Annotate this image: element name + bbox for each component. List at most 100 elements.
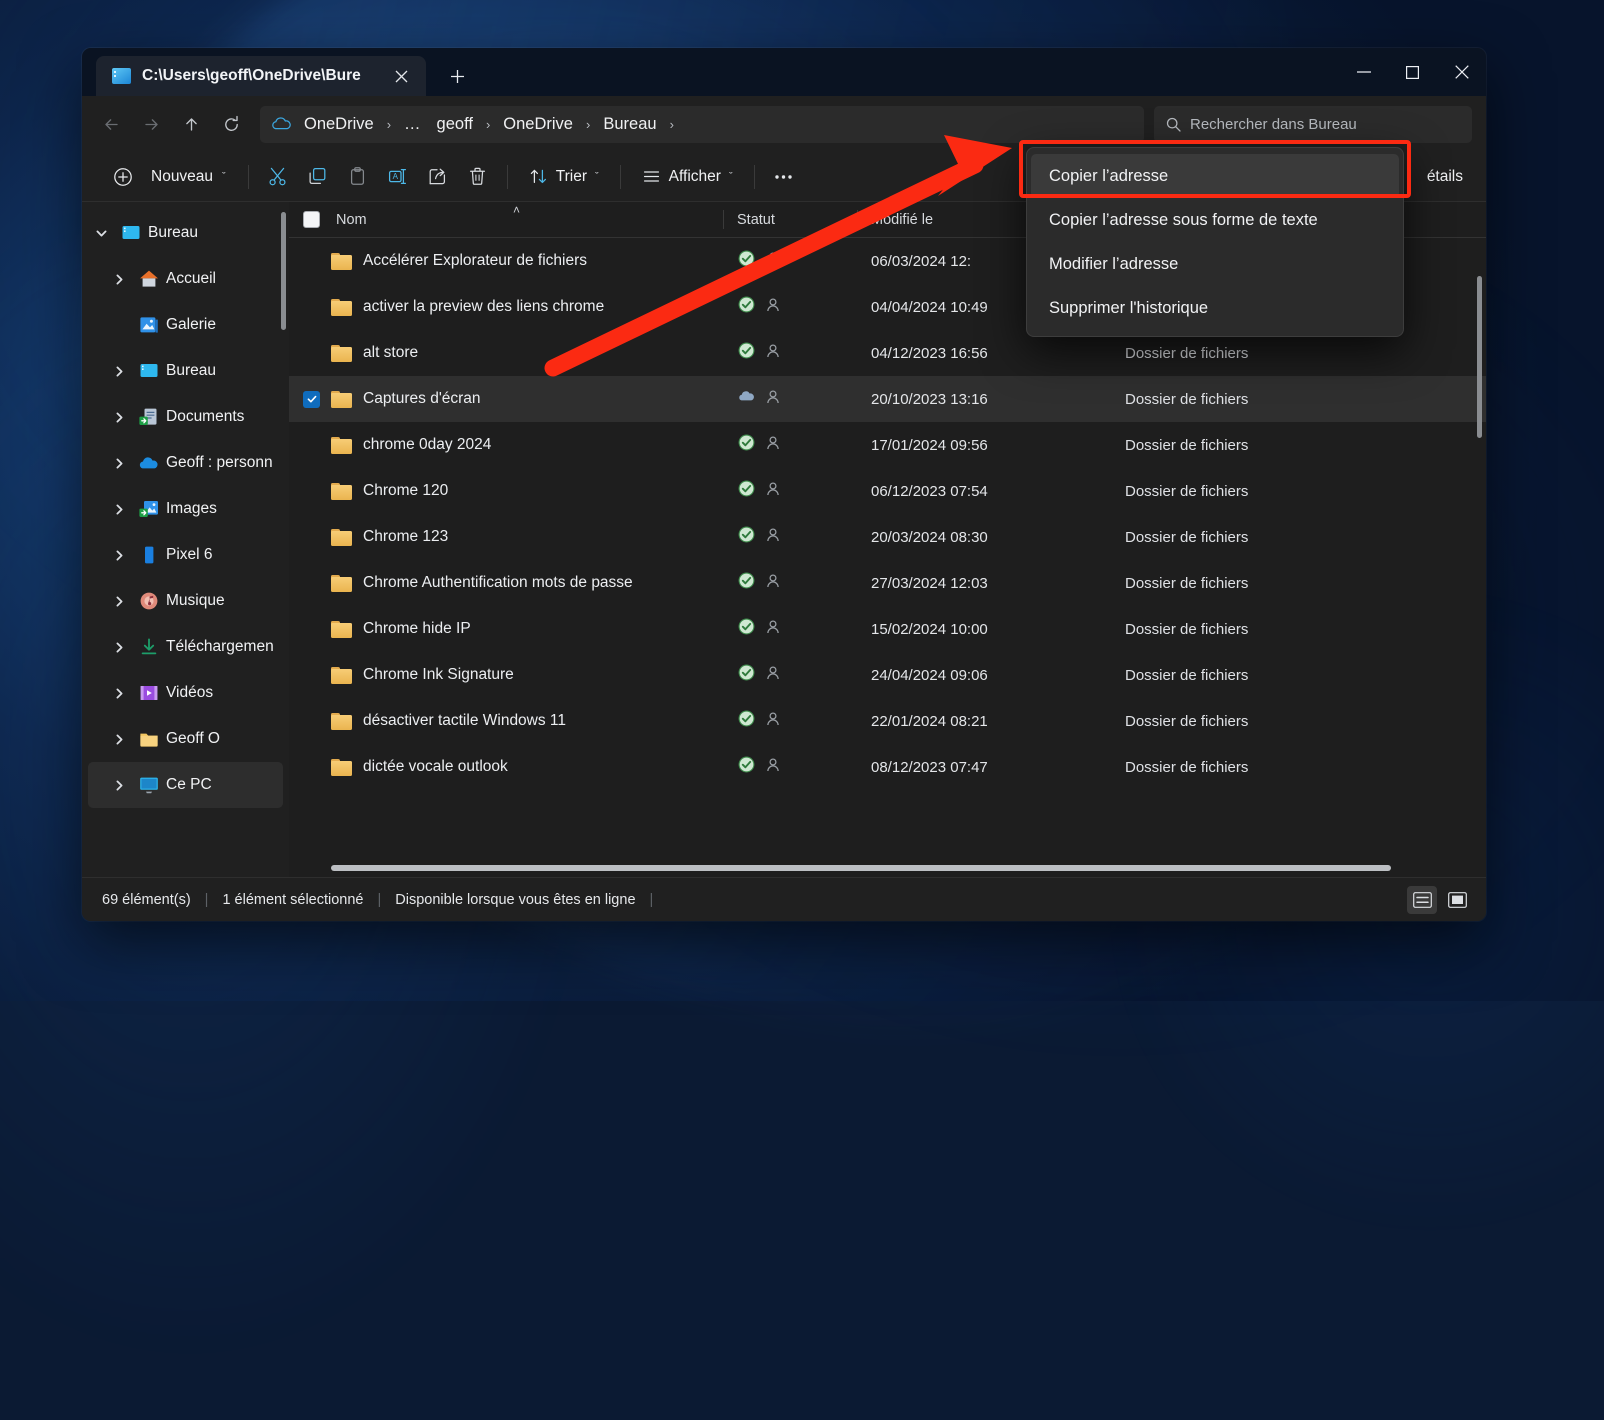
file-name-label: Accélérer Explorateur de fichiers: [363, 252, 587, 269]
chevron-right-icon[interactable]: [106, 266, 132, 292]
sidebar-item-bureau[interactable]: Bureau: [88, 210, 283, 256]
file-name-label: activer la preview des liens chrome: [363, 298, 605, 315]
chevron-right-icon[interactable]: [106, 772, 132, 798]
context-menu-item[interactable]: Supprimer l'historique: [1031, 286, 1399, 330]
search-input[interactable]: Rechercher dans Bureau: [1154, 105, 1472, 143]
context-menu-item[interactable]: Copier l’adresse sous forme de texte: [1031, 198, 1399, 242]
table-row[interactable]: Chrome Ink Signature 24/04/2024 09:06 Doss…: [289, 652, 1486, 698]
sidebar-item-pixel-6[interactable]: Pixel 6: [88, 532, 283, 578]
table-row[interactable]: Captures d'écran 20/10/2023 13:16 Dossier …: [289, 376, 1486, 422]
column-header-status[interactable]: Statut: [723, 202, 857, 237]
sort-button[interactable]: Trier ˇ: [518, 159, 610, 195]
downloads-icon: [138, 636, 160, 658]
breadcrumb-overflow-icon[interactable]: …: [397, 112, 428, 137]
file-name-label: chrome 0day 2024: [363, 436, 492, 453]
file-name-cell: Chrome Ink Signature: [303, 666, 723, 684]
file-type-cell: Dossier de fichiers: [1125, 528, 1249, 546]
chevron-right-icon[interactable]: [106, 726, 132, 752]
breadcrumb-bureau[interactable]: Bureau: [596, 112, 663, 137]
file-name-cell: Chrome 120: [303, 482, 723, 500]
sidebar-item-geoff-o[interactable]: Geoff O: [88, 716, 283, 762]
new-button[interactable]: Nouveau ˇ: [98, 159, 238, 195]
breadcrumb-separator-4[interactable]: ›: [666, 117, 678, 132]
chevron-right-icon[interactable]: [106, 404, 132, 430]
row-checkbox[interactable]: [303, 390, 320, 408]
address-bar-context-menu: Copier l’adresse Copier l’adresse sous fo…: [1026, 147, 1404, 337]
file-list-scrollbar-thumb[interactable]: [1477, 276, 1482, 438]
videos-icon: [138, 682, 160, 704]
sidebar-item-label: Pixel 6: [166, 546, 213, 563]
file-list-hscrollbar-thumb[interactable]: [331, 865, 1391, 871]
sidebar-item-label: Vidéos: [166, 684, 214, 701]
table-row[interactable]: Chrome hide IP 15/02/2024 10:00 Dossier de…: [289, 606, 1486, 652]
new-tab-icon[interactable]: [440, 59, 474, 93]
context-menu-item[interactable]: Copier l’adresse: [1031, 154, 1399, 198]
details-pane-button[interactable]: étails: [1416, 159, 1474, 195]
share-button[interactable]: [419, 159, 457, 195]
file-status-cell: [723, 617, 857, 641]
chevron-right-icon[interactable]: [106, 358, 132, 384]
table-row[interactable]: Chrome 120 06/12/2023 07:54 Dossier de fic…: [289, 468, 1486, 514]
file-name-cell: activer la preview des liens chrome: [303, 298, 723, 316]
file-name-cell: Chrome 123: [303, 528, 723, 546]
tab-close-icon[interactable]: [386, 62, 416, 90]
window-controls: [1339, 48, 1486, 96]
column-header-name-label: Nom: [336, 211, 367, 228]
sidebar-item-images[interactable]: Images: [88, 486, 283, 532]
onedrive-icon: [139, 457, 158, 469]
sidebar-item-bureau[interactable]: Bureau: [88, 348, 283, 394]
file-list-hscrollbar[interactable]: [303, 865, 1472, 871]
sidebar-scrollbar-thumb[interactable]: [281, 212, 286, 330]
forward-button[interactable]: [132, 105, 170, 143]
table-row[interactable]: Chrome Authentification mots de passe 27/…: [289, 560, 1486, 606]
sidebar-item-galerie[interactable]: Galerie: [88, 302, 283, 348]
chevron-right-icon[interactable]: [106, 680, 132, 706]
address-bar[interactable]: OneDrive › … geoff › OneDrive › Bureau ›: [260, 105, 1144, 143]
breadcrumb-onedrive-2[interactable]: OneDrive: [496, 112, 580, 137]
sidebar-item-ce-pc[interactable]: Ce PC: [88, 762, 283, 808]
chevron-right-icon[interactable]: [106, 496, 132, 522]
sidebar-item-documents[interactable]: Documents: [88, 394, 283, 440]
sidebar-item-t-l-chargemen[interactable]: Téléchargemen: [88, 624, 283, 670]
refresh-button[interactable]: [212, 105, 250, 143]
sidebar-item-musique[interactable]: Musique: [88, 578, 283, 624]
explorer-tab[interactable]: C:\Users\geoff\OneDrive\Bure: [96, 56, 426, 96]
file-name-cell: chrome 0day 2024: [303, 436, 723, 454]
delete-button[interactable]: [459, 159, 497, 195]
column-header-name[interactable]: Nom ˄: [303, 203, 723, 228]
sidebar-item-accueil[interactable]: Accueil: [88, 256, 283, 302]
plus-circle-icon: [104, 159, 142, 195]
context-menu-item[interactable]: Modifier l’adresse: [1031, 242, 1399, 286]
chevron-down-icon[interactable]: [88, 220, 114, 246]
minimize-icon[interactable]: [1339, 48, 1388, 96]
close-icon[interactable]: [1437, 48, 1486, 96]
file-name-cell: Chrome Authentification mots de passe: [303, 574, 723, 592]
breadcrumb-geoff[interactable]: geoff: [430, 112, 480, 137]
chevron-right-icon[interactable]: [106, 588, 132, 614]
maximize-icon[interactable]: [1388, 48, 1437, 96]
back-button[interactable]: [92, 105, 130, 143]
file-name-label: désactiver tactile Windows 11: [363, 712, 567, 729]
status-availability: Disponible lorsque vous êtes en ligne: [395, 891, 636, 908]
paste-button[interactable]: [339, 159, 377, 195]
chevron-right-icon[interactable]: [106, 542, 132, 568]
select-all-checkbox[interactable]: [303, 211, 320, 228]
copy-button[interactable]: [299, 159, 337, 195]
sidebar-item-vid-os[interactable]: Vidéos: [88, 670, 283, 716]
chevron-right-icon[interactable]: [106, 450, 132, 476]
table-row[interactable]: dictée vocale outlook 08/12/2023 07:47 Dos…: [289, 744, 1486, 790]
table-row[interactable]: chrome 0day 2024 17/01/2024 09:56 Dossier …: [289, 422, 1486, 468]
details-view-icon[interactable]: [1407, 885, 1437, 914]
table-row[interactable]: Chrome 123 20/03/2024 08:30 Dossier de fic…: [289, 514, 1486, 560]
up-button[interactable]: [172, 105, 210, 143]
view-button[interactable]: Afficher ˇ: [631, 159, 744, 195]
rename-button[interactable]: A: [379, 159, 417, 195]
more-options-button[interactable]: [765, 159, 803, 195]
breadcrumb-onedrive[interactable]: OneDrive: [297, 112, 381, 137]
large-icons-view-icon[interactable]: [1442, 886, 1472, 914]
cut-button[interactable]: [259, 159, 297, 195]
sidebar-item-geoff-personn[interactable]: Geoff : personn: [88, 440, 283, 486]
chevron-right-icon[interactable]: [106, 634, 132, 660]
table-row[interactable]: désactiver tactile Windows 11 22/01/2024 …: [289, 698, 1486, 744]
search-placeholder: Rechercher dans Bureau: [1190, 115, 1357, 133]
